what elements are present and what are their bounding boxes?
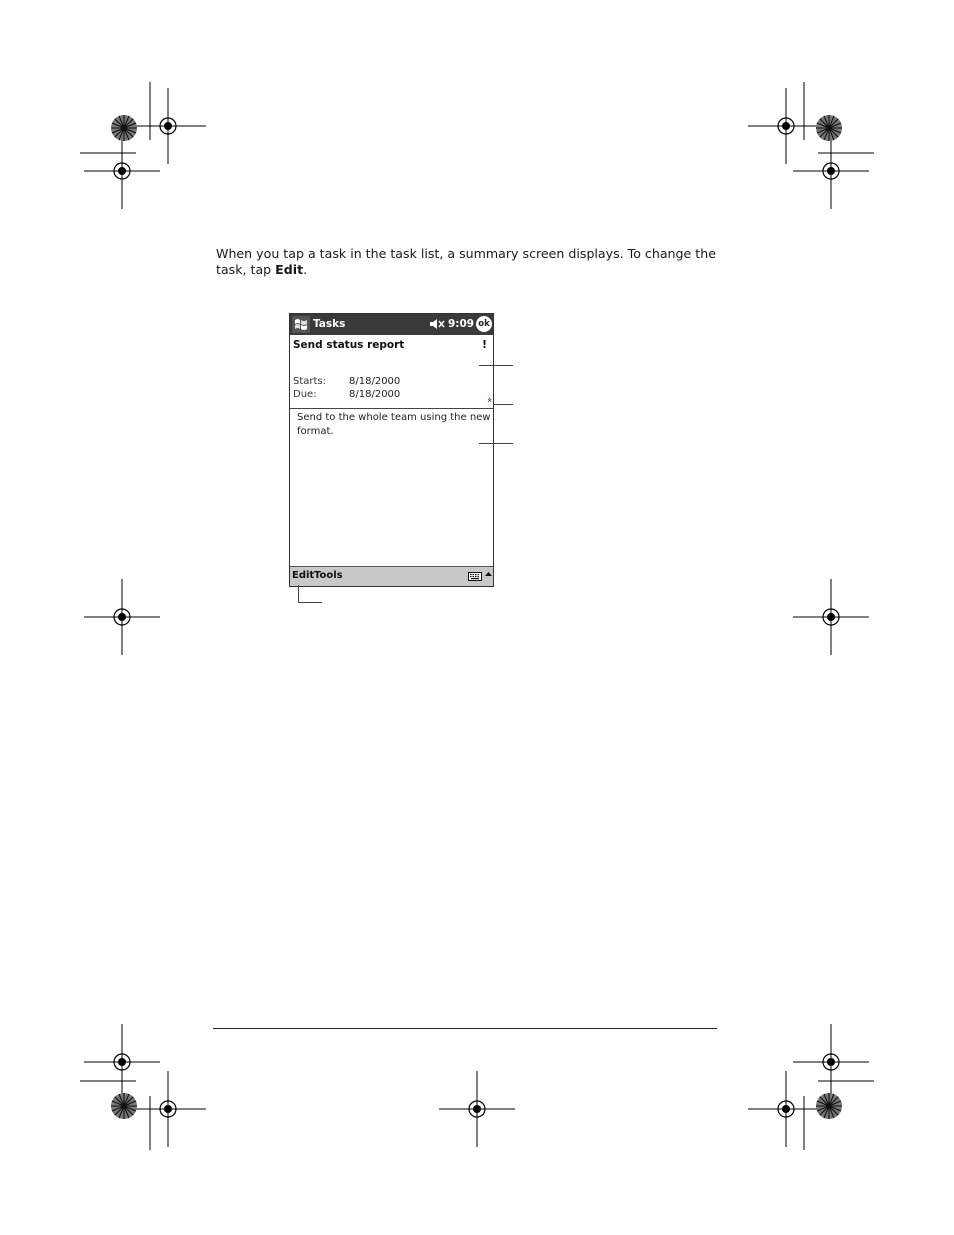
intro-period: .: [303, 262, 308, 277]
registration-crosshair: [747, 1070, 825, 1148]
due-label: Due:: [293, 389, 317, 400]
task-name: Send status report: [293, 339, 405, 351]
callout-line-collapse: [494, 404, 513, 405]
footer-rule: [213, 1028, 717, 1029]
callout-line-edit-horizontal: [298, 602, 322, 603]
menu-edit[interactable]: Edit: [292, 570, 314, 581]
collapse-summary-icon[interactable]: «: [484, 397, 494, 403]
intro-paragraph: When you tap a task in the task list, a …: [216, 246, 726, 278]
priority-indicator: !: [482, 338, 488, 351]
callout-line-summary: [479, 365, 513, 366]
keyboard-icon[interactable]: [468, 572, 482, 581]
menu-tools[interactable]: Tools: [314, 570, 343, 581]
intro-edit-bold: Edit: [275, 262, 304, 277]
color-starburst: [815, 1092, 843, 1120]
app-title: Tasks: [313, 318, 346, 330]
registration-crosshair: [792, 132, 870, 210]
registration-crosshair: [83, 578, 161, 656]
registration-crosshair: [792, 578, 870, 656]
title-bar: Tasks 9:09 ok: [290, 314, 493, 335]
speaker-muted-icon[interactable]: [429, 317, 445, 331]
print-registration-marks: [80, 82, 874, 1150]
color-starburst: [110, 1092, 138, 1120]
up-arrow-icon[interactable]: [485, 571, 492, 577]
task-notes[interactable]: Send to the whole team using the new for…: [297, 411, 493, 438]
due-value: 8/18/2000: [349, 389, 401, 400]
clock-time[interactable]: 9:09: [448, 318, 474, 330]
registration-crosshair: [747, 87, 825, 165]
registration-crosshair: [83, 132, 161, 210]
color-starburst: [815, 114, 843, 142]
color-starburst: [110, 114, 138, 142]
summary-notes-divider: [290, 408, 493, 409]
callout-line-edit-vertical: [298, 585, 299, 603]
starts-label: Starts:: [293, 376, 327, 387]
callout-line-notes: [479, 443, 513, 444]
ok-button[interactable]: ok: [476, 316, 492, 332]
registration-crosshair: [129, 87, 207, 165]
registration-crosshair: [438, 1070, 516, 1148]
task-summary-screen: Tasks 9:09 ok Send status report ! Start…: [289, 313, 494, 587]
registration-crosshair: [792, 1023, 870, 1101]
registration-crosshair: [83, 1023, 161, 1101]
start-flag-icon[interactable]: [292, 316, 310, 333]
registration-crosshair: [129, 1070, 207, 1148]
menu-bar: Edit Tools: [290, 566, 493, 586]
starts-value: 8/18/2000: [349, 376, 401, 387]
